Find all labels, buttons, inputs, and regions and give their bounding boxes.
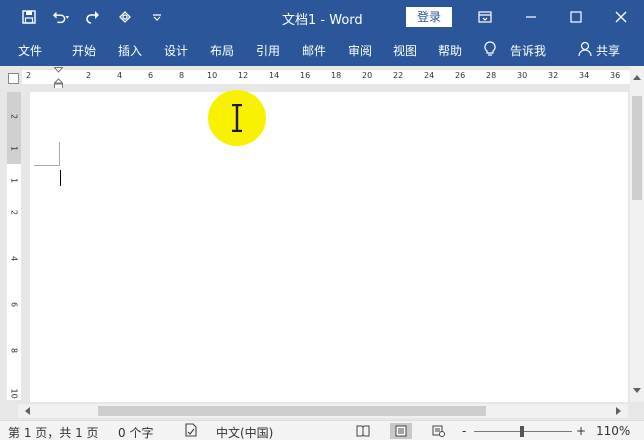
web-layout-icon[interactable] (428, 423, 450, 439)
horizontal-ruler[interactable]: 2 2 4 6 8 10 12 14 16 18 20 22 24 26 28 … (22, 70, 630, 84)
title-bar: 文档1 - Word 登录 (0, 0, 644, 34)
ruler-tick: 4 (9, 255, 19, 262)
proofing-icon[interactable] (184, 423, 198, 440)
ruler-tick: 2 (86, 71, 92, 80)
tab-view[interactable]: 视图 (393, 42, 417, 59)
customize-qat-icon[interactable] (148, 8, 166, 26)
sign-in-button[interactable]: 登录 (406, 7, 452, 27)
undo-icon[interactable] (52, 8, 70, 26)
tab-file[interactable]: 文件 (18, 42, 42, 59)
document-title: 文档1 - Word (282, 13, 363, 28)
save-icon[interactable] (20, 8, 38, 26)
ruler-tick: 36 (610, 71, 621, 80)
tab-help[interactable]: 帮助 (438, 42, 462, 59)
tab-selector[interactable] (8, 73, 19, 84)
tell-me-search[interactable]: 告诉我 (510, 42, 546, 59)
ruler-tick: 1 (9, 177, 19, 184)
tab-layout[interactable]: 布局 (210, 42, 234, 59)
ruler-tick: 32 (548, 71, 559, 80)
ruler-tick: 20 (362, 71, 373, 80)
zoom-in-button[interactable]: + (576, 424, 586, 438)
tab-insert[interactable]: 插入 (118, 42, 142, 59)
ruler-tick: 12 (238, 71, 249, 80)
tab-review[interactable]: 审阅 (348, 42, 372, 59)
print-layout-icon[interactable] (390, 423, 412, 439)
horizontal-scroll-thumb[interactable] (98, 406, 486, 416)
ruler-tick: 6 (9, 301, 19, 308)
horizontal-scrollbar[interactable] (0, 402, 644, 420)
scroll-left-icon[interactable] (20, 404, 34, 418)
touch-mode-icon[interactable] (116, 8, 134, 26)
language-indicator[interactable]: 中文(中国) (216, 424, 273, 440)
zoom-out-button[interactable]: - (462, 424, 466, 438)
ruler-tick: 16 (300, 71, 311, 80)
ruler-tick: 1 (9, 145, 19, 152)
ruler-tick: 2 (9, 209, 19, 216)
lightbulb-icon[interactable] (484, 41, 496, 60)
quick-access-toolbar (20, 8, 166, 26)
ruler-tick: 18 (331, 71, 342, 80)
ruler-tick: 2 (9, 113, 19, 120)
tab-references[interactable]: 引用 (256, 42, 280, 59)
status-bar: 第 1 页，共 1 页 0 个字 中文(中国) - + 110% (0, 420, 644, 440)
scroll-up-icon[interactable] (630, 70, 644, 84)
ribbon-tab-bar: 文件 开始 插入 设计 布局 引用 邮件 审阅 视图 帮助 告诉我 共享 (0, 34, 644, 66)
close-icon[interactable] (598, 0, 644, 34)
margin-corner-mark (34, 142, 60, 166)
ruler-tick: 4 (117, 71, 123, 80)
maximize-icon[interactable] (553, 0, 599, 34)
ruler-tick: 10 (9, 388, 19, 399)
word-count[interactable]: 0 个字 (118, 424, 153, 440)
top-margin-shade (7, 92, 21, 164)
ruler-tick: 34 (579, 71, 590, 80)
redo-icon[interactable] (84, 8, 102, 26)
scroll-down-icon[interactable] (630, 384, 644, 398)
share-user-icon[interactable] (578, 41, 592, 60)
tab-design[interactable]: 设计 (164, 42, 188, 59)
zoom-slider-thumb[interactable] (520, 426, 524, 437)
ruler-tick: 26 (455, 71, 466, 80)
read-mode-icon[interactable] (352, 423, 374, 439)
tab-mailings[interactable]: 邮件 (302, 42, 326, 59)
vertical-scrollbar[interactable] (630, 66, 644, 402)
vertical-scroll-thumb[interactable] (632, 96, 642, 200)
ibeam-cursor-icon (232, 104, 242, 132)
ruler-tick: 28 (486, 71, 497, 80)
page-count[interactable]: 第 1 页，共 1 页 (8, 424, 99, 440)
text-cursor (60, 170, 61, 186)
ruler-tick: 30 (517, 71, 528, 80)
ribbon-display-options-icon[interactable] (462, 0, 508, 34)
ruler-tick: 8 (179, 71, 185, 80)
vertical-ruler[interactable]: 2 1 1 2 4 6 8 10 (7, 92, 21, 400)
ruler-tick: 24 (424, 71, 435, 80)
ruler-tick: 2 (26, 71, 32, 80)
ruler-tick: 22 (393, 71, 404, 80)
ruler-tick: 14 (269, 71, 280, 80)
minimize-icon[interactable] (508, 0, 554, 34)
document-page[interactable] (30, 92, 628, 402)
zoom-level[interactable]: 110% (596, 424, 630, 438)
scroll-right-icon[interactable] (612, 404, 626, 418)
tab-home[interactable]: 开始 (72, 42, 96, 59)
ruler-tick: 6 (148, 71, 154, 80)
ruler-tick: 8 (9, 347, 19, 354)
ruler-tick: 10 (207, 71, 218, 80)
share-button[interactable]: 共享 (596, 42, 620, 59)
